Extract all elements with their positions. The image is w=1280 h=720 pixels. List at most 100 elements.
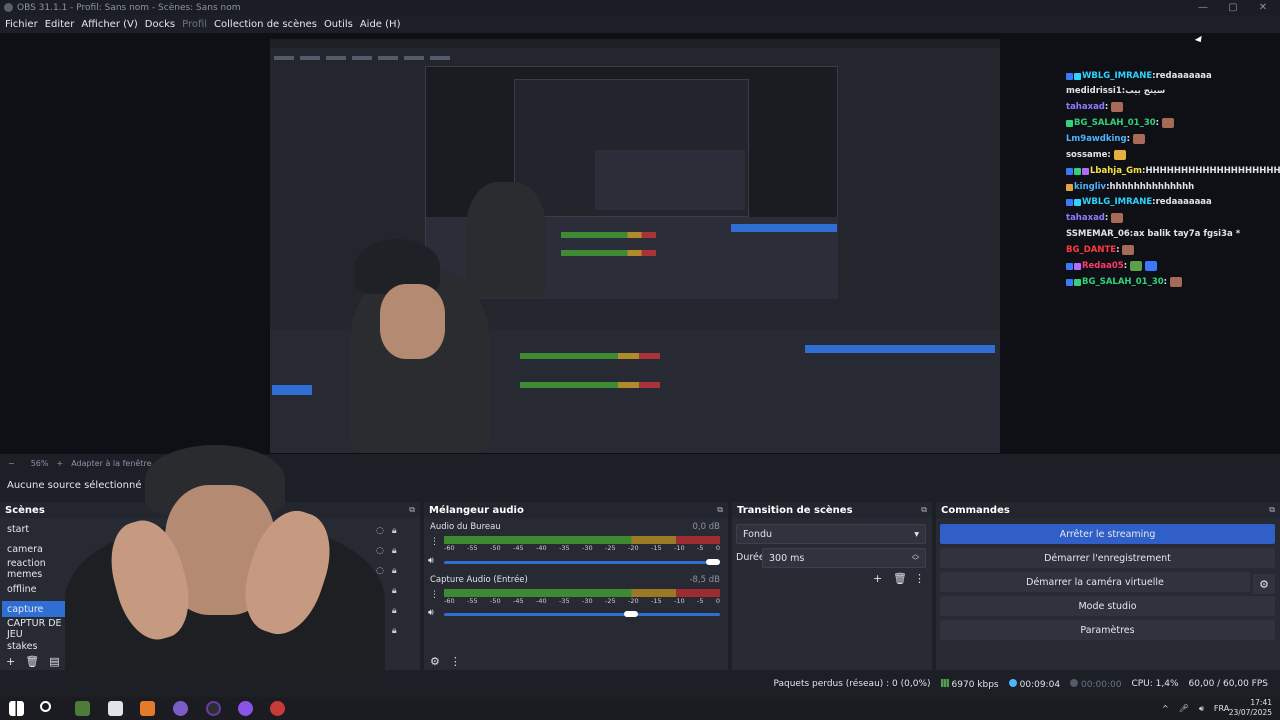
menu-profile[interactable]: Profil: [181, 19, 213, 30]
transition-duration-spinbox[interactable]: 300 ms ︿ ﹀: [762, 548, 926, 568]
settings-button[interactable]: Paramètres: [940, 620, 1275, 640]
nested-meter-2b: [561, 250, 656, 256]
transition-type-value: Fondu: [743, 528, 773, 540]
mixer-menu-icon[interactable]: ⋮: [450, 655, 461, 668]
speaker-icon[interactable]: 🔊︎: [428, 608, 434, 618]
volume-icon[interactable]: 🔊︎: [1199, 704, 1204, 714]
studio-mode-button[interactable]: Mode studio: [940, 596, 1275, 616]
zoom-out-button[interactable]: −: [8, 459, 15, 468]
close-icon[interactable]: ✕: [1248, 0, 1278, 15]
lock-icon[interactable]: 🔒︎: [392, 606, 397, 616]
track-menu-icon[interactable]: ⋮: [430, 590, 439, 600]
track-menu-icon[interactable]: ⋮: [430, 537, 439, 547]
start-virtual-camera-button[interactable]: Démarrer la caméra virtuelle: [940, 572, 1250, 592]
stream-time: 00:09:04: [1008, 678, 1060, 690]
nested-meter-1a: [520, 353, 660, 359]
transition-type-select[interactable]: Fondu ▾: [736, 524, 926, 544]
windows-start-icon[interactable]: [9, 701, 24, 716]
chat-message: medidrissi1 : سينج بيب: [1066, 86, 1166, 96]
taskbar-app-icon[interactable]: [238, 701, 253, 716]
status-bar: Paquets perdus (réseau) : 0 (0,0%) 6970 …: [0, 675, 1280, 693]
menu-help[interactable]: Aide (H): [359, 19, 407, 30]
stream-icon: [1008, 678, 1017, 687]
mixer-settings-icon[interactable]: ⚙: [430, 655, 440, 668]
spin-arrows-icon[interactable]: ︿ ﹀: [912, 551, 919, 565]
lock-icon[interactable]: 🔒︎: [392, 526, 397, 536]
speaker-icon[interactable]: 🔊︎: [428, 556, 434, 566]
lock-icon[interactable]: 🔒︎: [392, 626, 397, 636]
bitrate: 6970 kbps: [940, 678, 999, 690]
add-transition-icon[interactable]: +: [873, 572, 882, 585]
minimize-icon[interactable]: —: [1188, 0, 1218, 15]
nested-person-2: [466, 182, 546, 297]
transitions-title: Transition de scènes: [737, 504, 853, 516]
obs-taskbar-icon[interactable]: [206, 701, 221, 716]
controls-title: Commandes: [941, 504, 1010, 516]
nested-obs-capture: [270, 39, 1000, 453]
chevron-up-icon[interactable]: ^: [1162, 704, 1169, 713]
dock-float-icon[interactable]: ⧉: [921, 505, 927, 515]
track-name: Capture Audio (Entrée): [430, 575, 528, 585]
menu-edit[interactable]: Editer: [44, 19, 81, 30]
slider-knob[interactable]: [624, 611, 638, 617]
menu-tools[interactable]: Outils: [323, 19, 359, 30]
chat-message: Lm9awdking :: [1066, 132, 1145, 146]
menu-scene-collection[interactable]: Collection de scènes: [213, 19, 323, 30]
microphone-icon[interactable]: 🎤︎: [1179, 704, 1189, 713]
webcam-overlay: [45, 445, 390, 707]
chat-message: tahaxad :: [1066, 100, 1124, 114]
lock-icon[interactable]: 🔒︎: [392, 586, 397, 596]
add-scene-icon[interactable]: +: [6, 655, 15, 668]
record-icon: [1070, 678, 1079, 687]
stop-streaming-button[interactable]: Arrêter le streaming: [940, 524, 1275, 544]
transitions-header: Transition de scènes ⧉: [732, 502, 932, 518]
taskbar-app-icon[interactable]: [270, 701, 285, 716]
taskbar-app-icon[interactable]: [140, 701, 155, 716]
taskbar-clock[interactable]: 17:41 23/07/2025: [1229, 698, 1272, 718]
chat-message: BG_DANTE :: [1066, 243, 1135, 257]
maximize-icon[interactable]: ▢: [1218, 0, 1248, 15]
search-icon[interactable]: [40, 701, 51, 712]
window-title: OBS 31.1.1 - Profil: Sans nom - Scènes: …: [17, 2, 241, 13]
nested-meter-1b: [520, 382, 660, 388]
window-title-bar: OBS 31.1.1 - Profil: Sans nom - Scènes: …: [0, 0, 1280, 15]
start-recording-button[interactable]: Démarrer l'enregistrement: [940, 548, 1275, 568]
taskbar-app-icon[interactable]: [75, 701, 90, 716]
lock-icon[interactable]: 🔒︎: [392, 566, 397, 576]
nested-stream-button-1: [805, 345, 995, 353]
chat-message: SSMEMAR_06 : ax balik tay7a fgsi3a *: [1066, 229, 1241, 239]
windows-taskbar: ^ 🎤︎ 🔊︎ FRA 17:41 23/07/2025: [0, 697, 1280, 720]
slider-knob[interactable]: [706, 559, 720, 565]
fps: 60,00 / 60,00 FPS: [1188, 679, 1268, 689]
cpu-usage: CPU: 1,4%: [1131, 679, 1179, 689]
volume-slider-desktop[interactable]: [444, 559, 720, 565]
controls-header: Commandes ⧉: [936, 502, 1280, 518]
dock-float-icon[interactable]: ⧉: [717, 505, 723, 515]
nested-panels-3: [595, 150, 745, 210]
taskbar-app-icon[interactable]: [173, 701, 188, 716]
menu-view[interactable]: Afficher (V): [80, 19, 143, 30]
remove-scene-icon[interactable]: 🗑︎: [25, 655, 39, 668]
dock-float-icon[interactable]: ⧉: [409, 505, 415, 515]
lock-icon[interactable]: 🔒︎: [392, 546, 397, 556]
taskbar-app-icon[interactable]: [108, 701, 123, 716]
obs-app-icon: [4, 3, 13, 12]
volume-slider-capture[interactable]: [444, 611, 720, 617]
nested-selected-scene: [272, 385, 312, 395]
nested-face-1: [380, 284, 445, 359]
language-indicator[interactable]: FRA: [1214, 704, 1229, 713]
menu-bar: Fichier Editer Afficher (V) Docks Profil…: [0, 15, 1280, 33]
virtual-camera-settings-icon[interactable]: ⚙: [1253, 574, 1275, 594]
nested-stream-button-2: [731, 224, 837, 232]
transition-menu-icon[interactable]: ⋮: [914, 572, 925, 585]
chat-message: Lbahja_Gm : HHHHHHHHHHHHHHHHHHHHHH: [1066, 164, 1280, 178]
remove-transition-icon[interactable]: 🗑︎: [893, 572, 907, 585]
chat-message: BG_SALAH_01_30 :: [1066, 275, 1183, 289]
nested-preview-2: [425, 66, 838, 299]
dock-float-icon[interactable]: ⧉: [1269, 505, 1275, 515]
controls-dock: Commandes ⧉ Arrêter le streaming Démarre…: [936, 502, 1280, 670]
menu-docks[interactable]: Docks: [144, 19, 181, 30]
preview-canvas[interactable]: WBLG_IMRANE : redaaaaaaa medidrissi1 : س…: [0, 33, 1280, 454]
network-strength-icon: [940, 678, 949, 687]
menu-file[interactable]: Fichier: [4, 19, 44, 30]
